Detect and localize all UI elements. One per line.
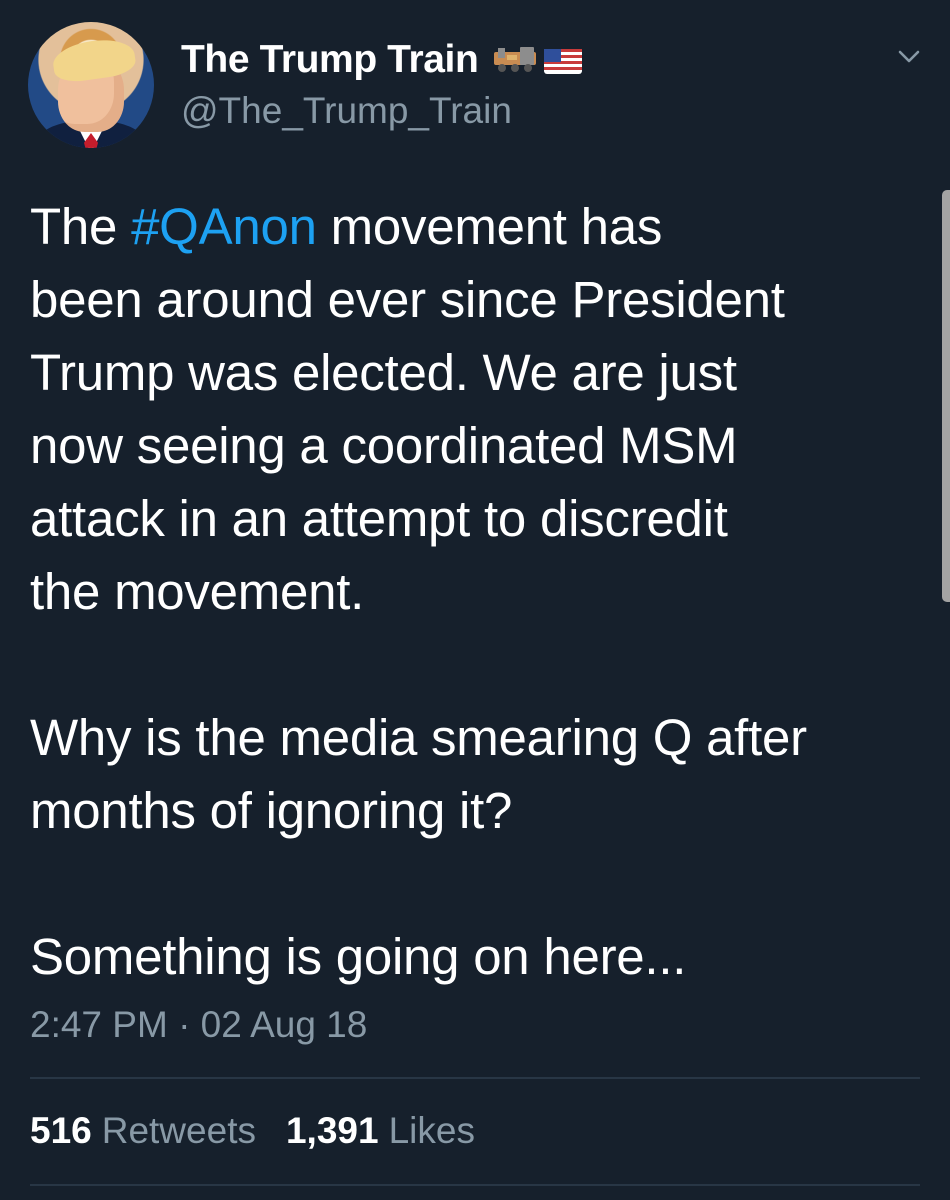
tweet-card: The Trump Train @The_Trump_Train The #QA… [0, 0, 950, 1200]
likes-label[interactable]: Likes [389, 1110, 475, 1151]
tweet-line: Trump was elected. We are just [30, 344, 737, 401]
tweet-line: now seeing a coordinated MSM [30, 417, 738, 474]
profile-avatar[interactable] [28, 22, 154, 148]
like-count[interactable]: 1,391 [286, 1110, 379, 1151]
tweet-line: months of ignoring it? [30, 782, 513, 839]
stats-divider-bottom [30, 1184, 920, 1186]
chevron-down-icon[interactable] [892, 40, 926, 74]
tweet-line: been around ever since President [30, 271, 785, 328]
tweet-line-spacer [30, 628, 930, 701]
display-name[interactable]: The Trump Train [181, 38, 479, 82]
hashtag-link[interactable]: #QAnon [131, 198, 317, 255]
retweet-count[interactable]: 516 [30, 1110, 92, 1151]
retweets-label[interactable]: Retweets [102, 1110, 256, 1151]
us-flag-emoji-icon [544, 49, 582, 74]
tweet-line: attack in an attempt to discredit [30, 490, 728, 547]
scrollbar-thumb[interactable] [942, 190, 950, 602]
tweet-text-segment: movement has [316, 198, 663, 255]
name-emoji-icons [494, 47, 582, 74]
user-handle[interactable]: @The_Trump_Train [181, 90, 512, 132]
stats-divider-top [30, 1077, 920, 1079]
tweet-line: the movement. [30, 563, 365, 620]
tweet-text: The #QAnon movement has been around ever… [30, 190, 930, 993]
tweet-line-spacer [30, 847, 930, 920]
tweet-line: Something is going on here... [30, 928, 687, 985]
train-emoji-icon [494, 47, 536, 72]
tweet-timestamp[interactable]: 2:47 PM · 02 Aug 18 [30, 1004, 367, 1046]
avatar-hair-shape [50, 35, 138, 85]
tweet-line: The #QAnon movement has [30, 190, 930, 263]
tweet-line: Why is the media smearing Q after [30, 709, 807, 766]
tweet-text-segment: The [30, 198, 132, 255]
engagement-stats: 516 Retweets 1,391 Likes [30, 1110, 475, 1152]
